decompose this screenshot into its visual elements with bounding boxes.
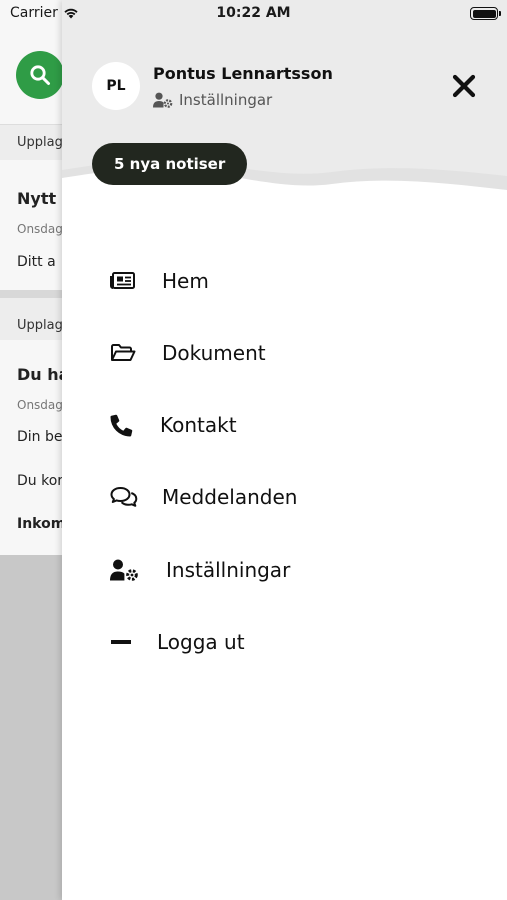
- menu-item-label: Logga ut: [157, 630, 245, 654]
- close-button[interactable]: [448, 70, 480, 102]
- menu-item-dokument[interactable]: Dokument: [110, 333, 266, 373]
- news-item-date: Onsdag: [17, 398, 63, 412]
- menu-item-logga-ut[interactable]: Logga ut: [110, 622, 245, 662]
- menu-item-kontakt[interactable]: Kontakt: [110, 405, 237, 445]
- chat-bubbles-icon: [110, 482, 140, 512]
- user-settings-icon: [110, 555, 140, 585]
- battery-icon: [470, 7, 501, 20]
- close-icon: [452, 74, 476, 98]
- news-item-body: Din be: [17, 429, 63, 445]
- newspaper-icon: [110, 266, 140, 296]
- side-drawer: PL Pontus Lennartsson Inställningar 5 ny…: [62, 0, 507, 900]
- news-item-body: Du kor: [17, 473, 64, 489]
- menu-item-label: Dokument: [162, 341, 266, 365]
- search-icon: [30, 65, 50, 85]
- news-item-date: Onsdag: [17, 222, 63, 236]
- phone-icon: [110, 410, 140, 440]
- menu-item-label: Kontakt: [160, 413, 237, 437]
- user-settings-icon: [153, 92, 173, 108]
- menu-item-meddelanden[interactable]: Meddelanden: [110, 477, 297, 517]
- folder-open-icon: [110, 338, 140, 368]
- settings-link-label: Inställningar: [179, 91, 273, 109]
- profile-settings-link[interactable]: Inställningar: [153, 91, 272, 109]
- status-bar: Carrier 10:22 AM: [0, 0, 507, 28]
- avatar[interactable]: PL: [92, 62, 140, 110]
- drawer-header: PL Pontus Lennartsson Inställningar 5 ny…: [62, 0, 507, 200]
- user-name: Pontus Lennartsson: [153, 64, 333, 83]
- minus-icon: [110, 627, 140, 657]
- menu-item-installningar[interactable]: Inställningar: [110, 550, 290, 590]
- news-item-body: Inkom: [17, 516, 66, 532]
- menu-item-label: Hem: [162, 269, 209, 293]
- notifications-button[interactable]: 5 nya notiser: [92, 143, 248, 185]
- menu-item-label: Meddelanden: [162, 485, 298, 509]
- status-time: 10:22 AM: [216, 5, 291, 21]
- news-item-body: Ditt a: [17, 254, 56, 270]
- news-item-title[interactable]: Nytt: [17, 189, 56, 208]
- menu-item-label: Inställningar: [166, 558, 291, 582]
- search-button[interactable]: [16, 51, 64, 99]
- menu-item-hem[interactable]: Hem: [110, 261, 209, 301]
